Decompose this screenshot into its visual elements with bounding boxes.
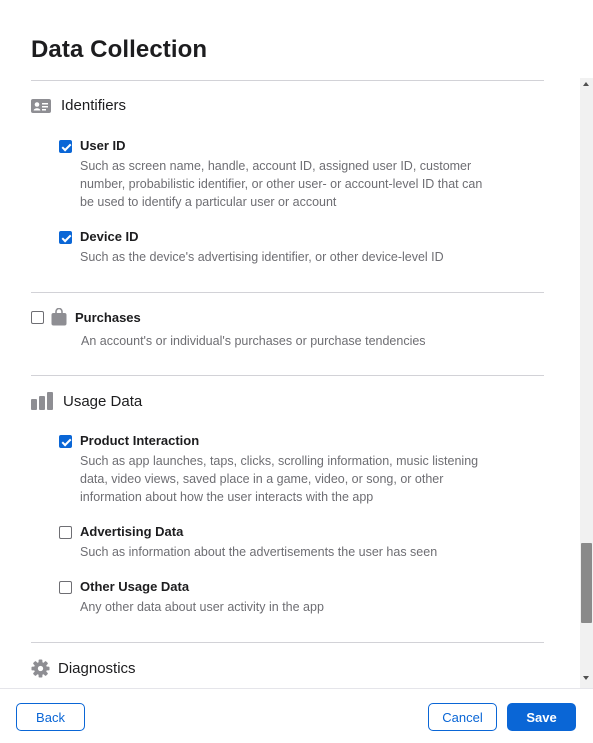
advertising-data-checkbox[interactable] [59,526,72,539]
section-label: Diagnostics [58,660,136,677]
other-usage-data-checkbox[interactable] [59,581,72,594]
product-interaction-description: Such as app launches, taps, clicks, scro… [80,454,479,504]
user-id-description: Such as screen name, handle, account ID,… [80,159,483,209]
other-usage-data-description: Any other data about user activity in th… [80,600,324,614]
purchases-description: An account's or individual's purchases o… [81,334,426,348]
device-id-label: Device ID [80,229,139,244]
product-interaction-checkbox[interactable] [59,435,72,448]
page-title: Data Collection [31,36,208,63]
section-identifiers: Identifiers [31,97,126,114]
contact-card-icon [31,98,51,114]
scroll-down-arrow-icon[interactable] [583,676,589,680]
divider [31,375,544,376]
divider [31,292,544,293]
advertising-data-label: Advertising Data [80,524,184,539]
other-usage-data-label: Other Usage Data [80,579,190,594]
scroll-up-arrow-icon[interactable] [583,82,589,86]
section-label: Identifiers [61,97,127,114]
device-id-description: Such as the device's advertising identif… [80,250,444,264]
purchases-checkbox[interactable] [31,311,44,324]
bar-chart-icon [31,392,54,410]
section-label: Usage Data [63,392,143,410]
user-id-checkbox[interactable] [59,140,72,153]
purchases-label: Purchases [75,310,141,325]
divider [31,80,544,81]
shopping-bag-icon [51,307,67,326]
product-interaction-label: Product Interaction [80,433,200,448]
back-button[interactable]: Back [16,703,85,731]
device-id-checkbox[interactable] [59,231,72,244]
advertising-data-description: Such as information about the advertisem… [80,545,438,559]
section-usage-data: Usage Data [31,392,142,410]
cancel-button[interactable]: Cancel [428,703,497,731]
section-diagnostics: Diagnostics [31,659,136,678]
scrollbar-thumb[interactable] [581,543,592,623]
save-button[interactable]: Save [507,703,576,731]
gear-icon [31,659,50,678]
user-id-label: User ID [80,138,126,153]
divider [31,642,544,643]
footer-bar: Back Cancel Save [0,688,593,743]
